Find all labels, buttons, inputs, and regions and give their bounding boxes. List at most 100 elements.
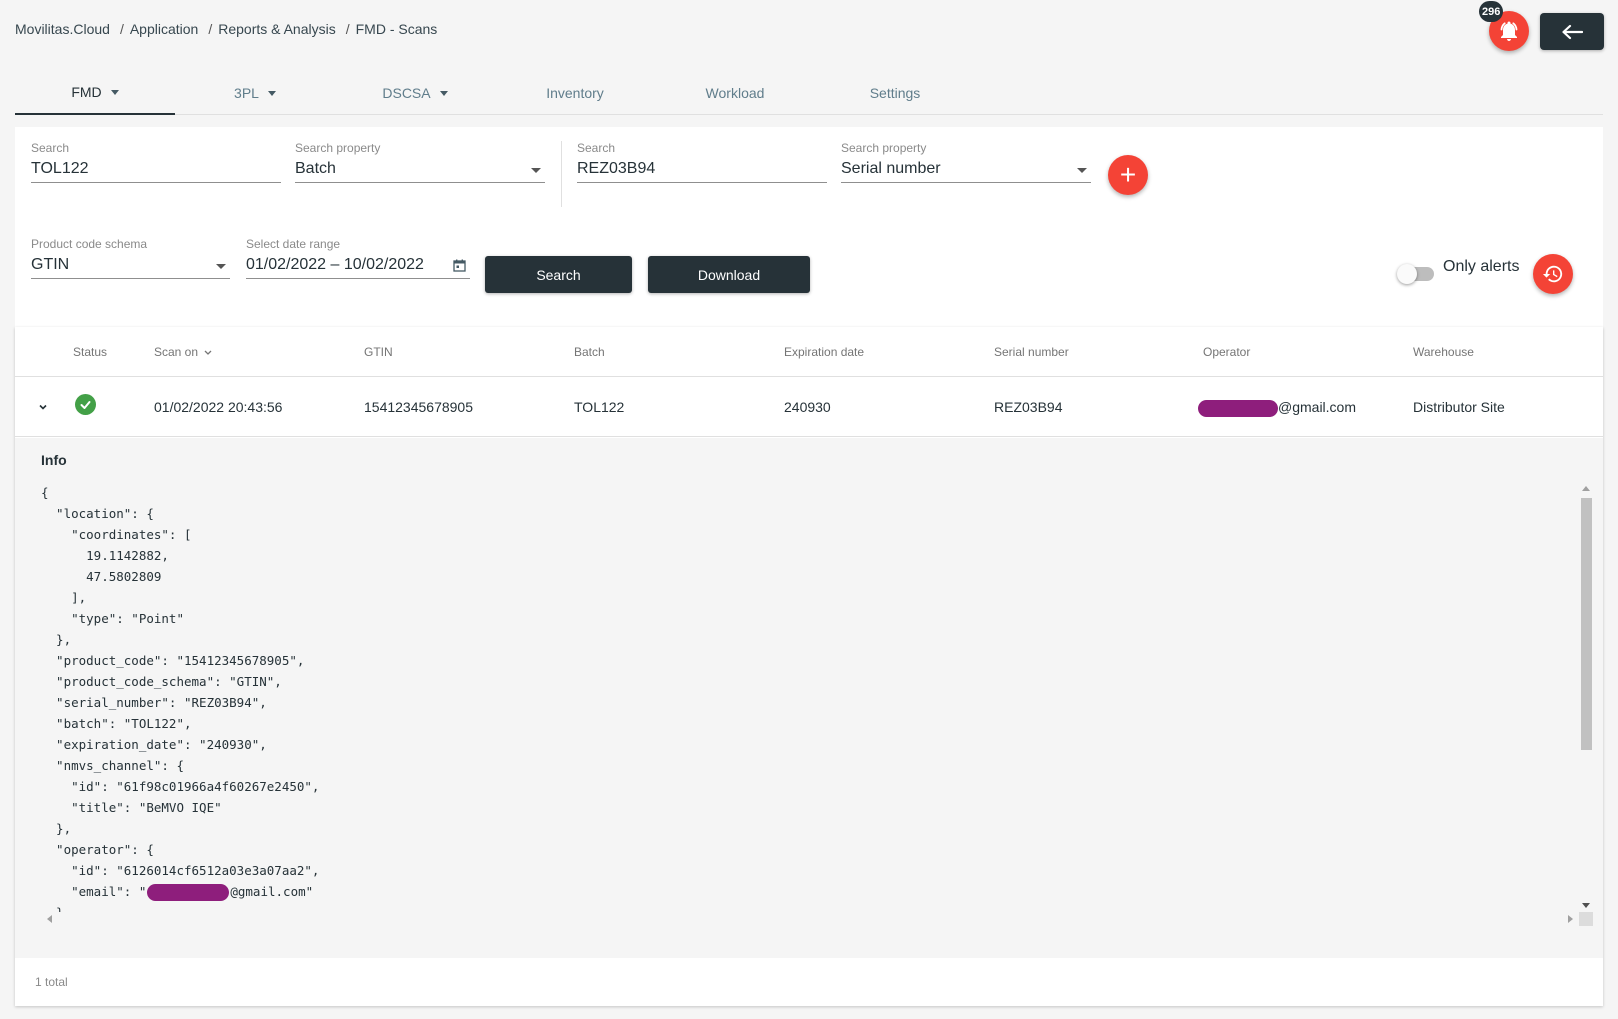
date-range-input[interactable]: 01/02/2022 – 10/02/2022	[246, 255, 470, 279]
search-input-1[interactable]: TOL122	[31, 159, 281, 183]
cell-expiration-date: 240930	[784, 399, 831, 415]
cell-operator: @gmail.com	[1198, 399, 1356, 417]
sort-chevron-down-icon	[204, 350, 212, 355]
json-line: },	[41, 821, 72, 836]
redaction-mark	[1198, 399, 1278, 417]
dropdown-arrow-icon	[1077, 168, 1087, 173]
column-header-label: Scan on	[154, 345, 199, 359]
date-range-value: 01/02/2022 – 10/02/2022	[246, 256, 424, 273]
json-line: "product_code_schema": "GTIN",	[41, 674, 282, 689]
scrollbar-thumb[interactable]	[1581, 498, 1592, 750]
json-line: "id": "61f98c01966a4f60267e2450",	[41, 779, 320, 794]
breadcrumb-item-root[interactable]: Movilitas.Cloud	[15, 21, 110, 37]
status-success-icon	[75, 394, 96, 415]
table-header: Status Scan on GTIN Batch Expiration dat…	[15, 327, 1603, 377]
breadcrumb-item-reports[interactable]: Reports & Analysis	[218, 21, 336, 37]
json-line: "serial_number": "REZ03B94",	[41, 695, 267, 710]
cell-warehouse: Distributor Site	[1413, 399, 1505, 415]
tab-label: DSCSA	[382, 84, 431, 101]
json-line: "operator": {	[41, 842, 154, 857]
tab-label: Settings	[869, 84, 921, 101]
column-header-status: Status	[73, 345, 108, 359]
json-line: "type": "Point"	[41, 611, 184, 626]
only-alerts-toggle[interactable]	[1397, 264, 1434, 284]
dropdown-arrow-icon	[531, 168, 541, 173]
tab-3pl[interactable]: 3PL	[175, 70, 335, 115]
horizontal-scrollbar[interactable]	[41, 912, 1579, 926]
search-field-2: Search REZ03B94	[577, 141, 827, 183]
json-line: "id": "6126014cf6512a03e3a07aa2",	[41, 863, 320, 878]
check-icon	[80, 401, 91, 409]
search-input-2[interactable]: REZ03B94	[577, 159, 827, 183]
breadcrumb-separator: /	[208, 21, 213, 37]
column-header-operator: Operator	[1203, 345, 1251, 359]
scroll-right-icon[interactable]	[1568, 915, 1573, 923]
json-line: "batch": "TOL122",	[41, 716, 192, 731]
field-label: Search	[31, 141, 70, 155]
json-line: "coordinates": [	[41, 527, 192, 542]
column-header-scan-on[interactable]: Scan on	[154, 345, 212, 359]
scroll-left-icon[interactable]	[47, 915, 52, 923]
json-line: "nmvs_channel": {	[41, 758, 184, 773]
tab-settings[interactable]: Settings	[815, 70, 975, 115]
tab-label: Inventory	[546, 84, 604, 101]
cell-serial-number: REZ03B94	[994, 399, 1063, 415]
bell-alert-icon	[1500, 21, 1518, 41]
search-property-select-1[interactable]: Batch	[295, 159, 545, 183]
calendar-icon[interactable]	[453, 259, 466, 272]
caret-down-icon	[110, 90, 119, 95]
json-line: }	[41, 902, 1571, 912]
caret-down-icon	[267, 91, 276, 96]
back-button[interactable]	[1540, 13, 1604, 50]
history-button[interactable]	[1533, 254, 1573, 294]
json-line: "product_code": "15412345678905",	[41, 653, 305, 668]
json-line: },	[41, 632, 72, 647]
add-search-button[interactable]: +	[1108, 155, 1148, 195]
product-code-schema-select[interactable]: GTIN	[31, 255, 230, 279]
field-label: Select date range	[246, 237, 341, 251]
json-content: { "location": { "coordinates": [ 19.1142…	[41, 482, 1571, 912]
column-header-gtin: GTIN	[364, 345, 393, 359]
tab-label: 3PL	[234, 84, 259, 101]
json-line: 47.5802809	[41, 569, 162, 584]
tab-inventory[interactable]: Inventory	[495, 70, 655, 115]
caret-down-icon	[439, 91, 448, 96]
chevron-down-icon[interactable]	[37, 401, 49, 413]
column-header-warehouse: Warehouse	[1413, 345, 1474, 359]
scroll-up-icon[interactable]	[1582, 486, 1590, 491]
main-tabs: FMD 3PL DSCSA Inventory Workload Setting…	[15, 70, 1603, 115]
search-property-field-2: Search property Serial number	[841, 141, 1091, 183]
table-row[interactable]: 01/02/2022 20:43:56 15412345678905 TOL12…	[15, 377, 1603, 437]
tab-dscsa[interactable]: DSCSA	[335, 70, 495, 115]
tab-label: FMD	[71, 83, 102, 100]
breadcrumb-separator: /	[345, 21, 350, 37]
json-viewer[interactable]: { "location": { "coordinates": [ 19.1142…	[41, 482, 1593, 932]
table-total: 1 total	[35, 975, 68, 989]
top-bar: Movilitas.Cloud / Application / Reports & An…	[0, 0, 1618, 62]
field-label: Search	[577, 141, 616, 155]
vertical-scrollbar[interactable]	[1579, 482, 1593, 912]
info-title: Info	[41, 452, 67, 468]
search-button[interactable]: Search	[485, 256, 632, 293]
only-alerts-label: Only alerts	[1443, 258, 1520, 275]
select-value: GTIN	[31, 256, 70, 273]
json-email-suffix: @gmail.com"	[230, 884, 314, 899]
history-icon	[1542, 265, 1563, 283]
scrollbar-corner	[1579, 912, 1593, 926]
filter-panel: Search TOL122 Search property Batch Sear…	[15, 127, 1603, 327]
download-button[interactable]: Download	[648, 256, 810, 293]
toggle-knob	[1397, 264, 1417, 284]
json-line: "expiration_date": "240930",	[41, 737, 267, 752]
cell-scan-on: 01/02/2022 20:43:56	[154, 399, 283, 415]
select-value: Serial number	[841, 160, 941, 177]
tab-fmd[interactable]: FMD	[15, 70, 175, 115]
tab-workload[interactable]: Workload	[655, 70, 815, 115]
tab-label: Workload	[705, 84, 765, 101]
search-property-select-2[interactable]: Serial number	[841, 159, 1091, 183]
field-label: Search property	[295, 141, 381, 155]
scroll-down-icon[interactable]	[1582, 903, 1590, 908]
breadcrumb-item-application[interactable]: Application	[130, 21, 199, 37]
json-line: ],	[41, 590, 87, 605]
select-value: Batch	[295, 160, 336, 177]
field-label: Product code schema	[31, 237, 148, 251]
